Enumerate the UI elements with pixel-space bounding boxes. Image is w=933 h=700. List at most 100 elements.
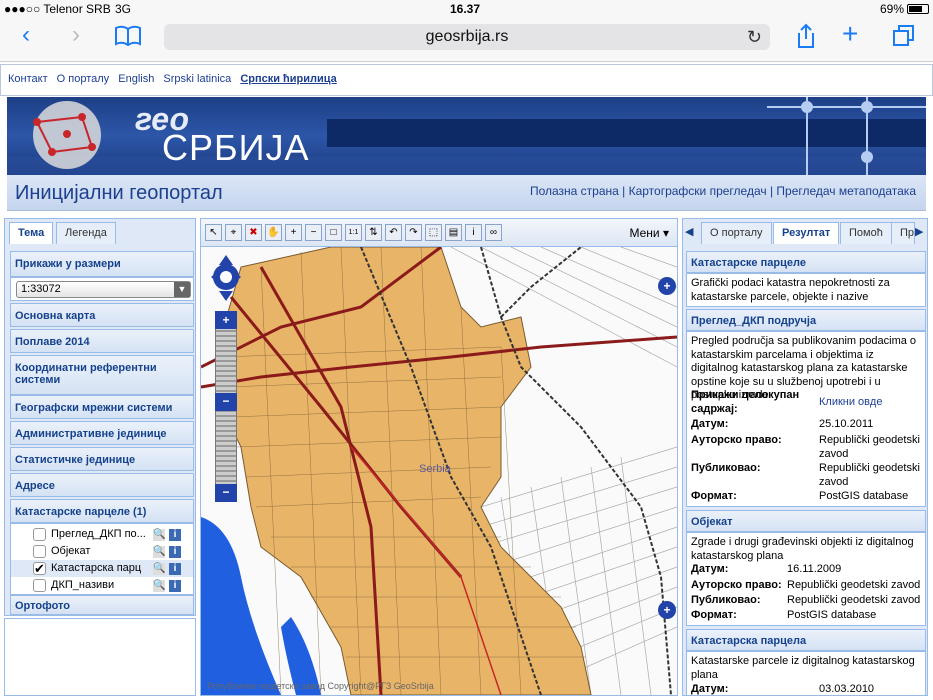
pointer-icon[interactable]: ↖ — [205, 224, 222, 241]
field-value: 03.03.2010 — [819, 683, 875, 695]
link-about[interactable]: О порталу — [57, 73, 110, 85]
result-title: Катастарске парцеле — [686, 251, 926, 273]
forward-icon[interactable]: › — [72, 20, 80, 50]
link-english[interactable]: English — [118, 73, 154, 85]
info-icon[interactable]: i — [169, 546, 181, 558]
field-value: Republički geodetski zavod — [787, 594, 921, 606]
main-nav[interactable]: Полазна страна | Картографски прегледач … — [530, 184, 916, 198]
result-title: Катастарска парцела — [686, 629, 926, 651]
scale-section[interactable]: Прикажи у размери — [10, 251, 194, 277]
clock: 16.37 — [450, 2, 481, 16]
tabs-icon[interactable] — [892, 24, 916, 48]
section-stats[interactable]: Статистичке јединице — [10, 447, 194, 471]
chevron-down-icon[interactable]: ▼ — [174, 282, 190, 297]
layer-label: Објекат — [51, 545, 91, 557]
print-icon[interactable]: ▤ — [445, 224, 462, 241]
scroll-right-icon[interactable]: ▶ — [915, 225, 923, 238]
result-details: Katastarske parcele iz digitalnog katast… — [686, 651, 926, 695]
tab-result[interactable]: Резултат — [773, 222, 840, 244]
result-details: Pregled područja sa publikovanim podacim… — [686, 331, 926, 507]
bookmarks-icon[interactable] — [114, 25, 142, 47]
zoom-icon[interactable]: 🔍 — [153, 546, 165, 558]
pan-icon[interactable]: ✋ — [265, 224, 282, 241]
section-crs[interactable]: Координатни референтни системи — [10, 355, 194, 395]
zoom-box-icon[interactable]: □ — [325, 224, 342, 241]
expand-bottom-icon[interactable]: + — [658, 601, 676, 619]
link-latin[interactable]: Srpski latinica — [163, 73, 231, 85]
binoculars-icon[interactable]: ∞ — [485, 224, 502, 241]
map-panel: ↖ ⌖ ✖ ✋ + − □ 1:1 ⇅ ↶ ↷ ⬚ ▤ i ∞ Мени ▾ S… — [200, 218, 678, 696]
map-menu-label: Мени — [629, 226, 660, 240]
show-all-link[interactable]: Кликни овде — [819, 396, 882, 410]
cadastre-layers: Преглед_ДКП по... 🔍 i Објекат 🔍 i ✔ Ката… — [10, 523, 194, 595]
field-label: Прикажи целокупан садржај: — [691, 389, 800, 415]
link-cyrillic[interactable]: Српски ћирилица — [240, 73, 336, 85]
carrier: ●●●○○ Telenor SRB — [4, 2, 111, 16]
link-contact[interactable]: Контакт — [8, 73, 48, 85]
result-details: Zgrade i drugi građevinski objekti iz di… — [686, 532, 926, 626]
zoom-out-button[interactable]: − — [215, 484, 237, 502]
zoom-in-button[interactable]: + — [215, 311, 237, 329]
layer-checkbox[interactable] — [33, 528, 46, 541]
field-value: 25.10.2011 — [819, 418, 874, 430]
section-grids[interactable]: Географски мрежни системи — [10, 395, 194, 419]
section-admin[interactable]: Административне јединице — [10, 421, 194, 445]
layer-row[interactable]: Објекат 🔍 i — [11, 543, 193, 560]
field-value: 16.11.2009 — [787, 563, 842, 575]
reload-icon[interactable]: ↻ — [747, 24, 762, 50]
info-icon[interactable]: i — [169, 580, 181, 592]
tab-theme[interactable]: Тема — [9, 222, 54, 244]
map-canvas[interactable]: Serbia Републички геодетски завод Copyri… — [201, 247, 677, 695]
info-icon[interactable]: i — [169, 529, 181, 541]
section-basemap[interactable]: Основна карта — [10, 303, 194, 327]
section-floods[interactable]: Поплаве 2014 — [10, 329, 194, 353]
layer-row[interactable]: Преглед_ДКП по... 🔍 i — [11, 526, 193, 543]
new-tab-icon[interactable]: + — [842, 19, 858, 49]
zoom-icon[interactable]: 🔍 — [153, 580, 165, 592]
scale-icon[interactable]: 1:1 — [345, 224, 362, 241]
network: 3G — [115, 2, 132, 16]
zoom-handle[interactable]: − — [215, 393, 237, 411]
address-bar[interactable]: geosrbija.rs ↻ — [164, 24, 770, 50]
zoom-icon[interactable]: 🔍 — [153, 563, 165, 575]
field-value: Republički geodetski zavod — [787, 579, 921, 591]
info-icon[interactable]: i — [169, 563, 181, 575]
share-icon[interactable] — [795, 23, 817, 49]
tab-about[interactable]: О порталу — [701, 222, 772, 244]
result-description: Zgrade i drugi građevinski objekti iz di… — [691, 536, 914, 562]
layer-label: Преглед_ДКП по... — [51, 528, 146, 540]
tab-more[interactable]: Пр — [891, 222, 915, 244]
scale-select[interactable]: 1:33072 ▼ — [16, 281, 191, 298]
refresh-icon[interactable]: ⇅ — [365, 224, 382, 241]
layer-label: ДКП_називи — [51, 579, 115, 591]
tab-legend[interactable]: Легенда — [56, 222, 116, 244]
scroll-left-icon[interactable]: ◀ — [685, 225, 693, 238]
section-orthophoto[interactable]: Ортофото — [10, 595, 194, 615]
zoom-slider[interactable]: + − − — [215, 311, 237, 502]
pan-control[interactable] — [211, 255, 241, 305]
layer-row[interactable]: ✔ Катастарска парц 🔍 i — [11, 560, 193, 577]
result-description: Grafički podaci katastra nepokretnosti z… — [686, 273, 926, 307]
zoom-in-icon[interactable]: + — [285, 224, 302, 241]
section-address[interactable]: Адресе — [10, 473, 194, 497]
layer-checkbox[interactable] — [33, 579, 46, 592]
expand-right-icon[interactable]: + — [658, 277, 676, 295]
clear-icon[interactable]: ✖ — [245, 224, 262, 241]
section-cadastre[interactable]: Катастарске парцеле (1) — [10, 499, 194, 523]
zoom-out-icon[interactable]: − — [305, 224, 322, 241]
layer-checkbox[interactable] — [33, 545, 46, 558]
top-links: Контакт О порталу English Srpski latinic… — [0, 64, 933, 96]
select-icon[interactable]: ⌖ — [225, 224, 242, 241]
field-label: Датум: — [691, 418, 729, 430]
map-menu[interactable]: Мени ▾ — [630, 226, 670, 240]
layer-checkbox-checked[interactable]: ✔ — [33, 562, 46, 575]
back-icon[interactable]: ‹ — [22, 20, 30, 50]
undo-icon[interactable]: ↶ — [385, 224, 402, 241]
banner: гео СРБИЈА — [7, 97, 926, 175]
info-tool-icon[interactable]: i — [465, 224, 482, 241]
zoom-icon[interactable]: 🔍 — [153, 529, 165, 541]
tab-help[interactable]: Помоћ — [840, 222, 892, 244]
layer-row[interactable]: ДКП_називи 🔍 i — [11, 577, 193, 594]
measure-icon[interactable]: ⬚ — [425, 224, 442, 241]
redo-icon[interactable]: ↷ — [405, 224, 422, 241]
